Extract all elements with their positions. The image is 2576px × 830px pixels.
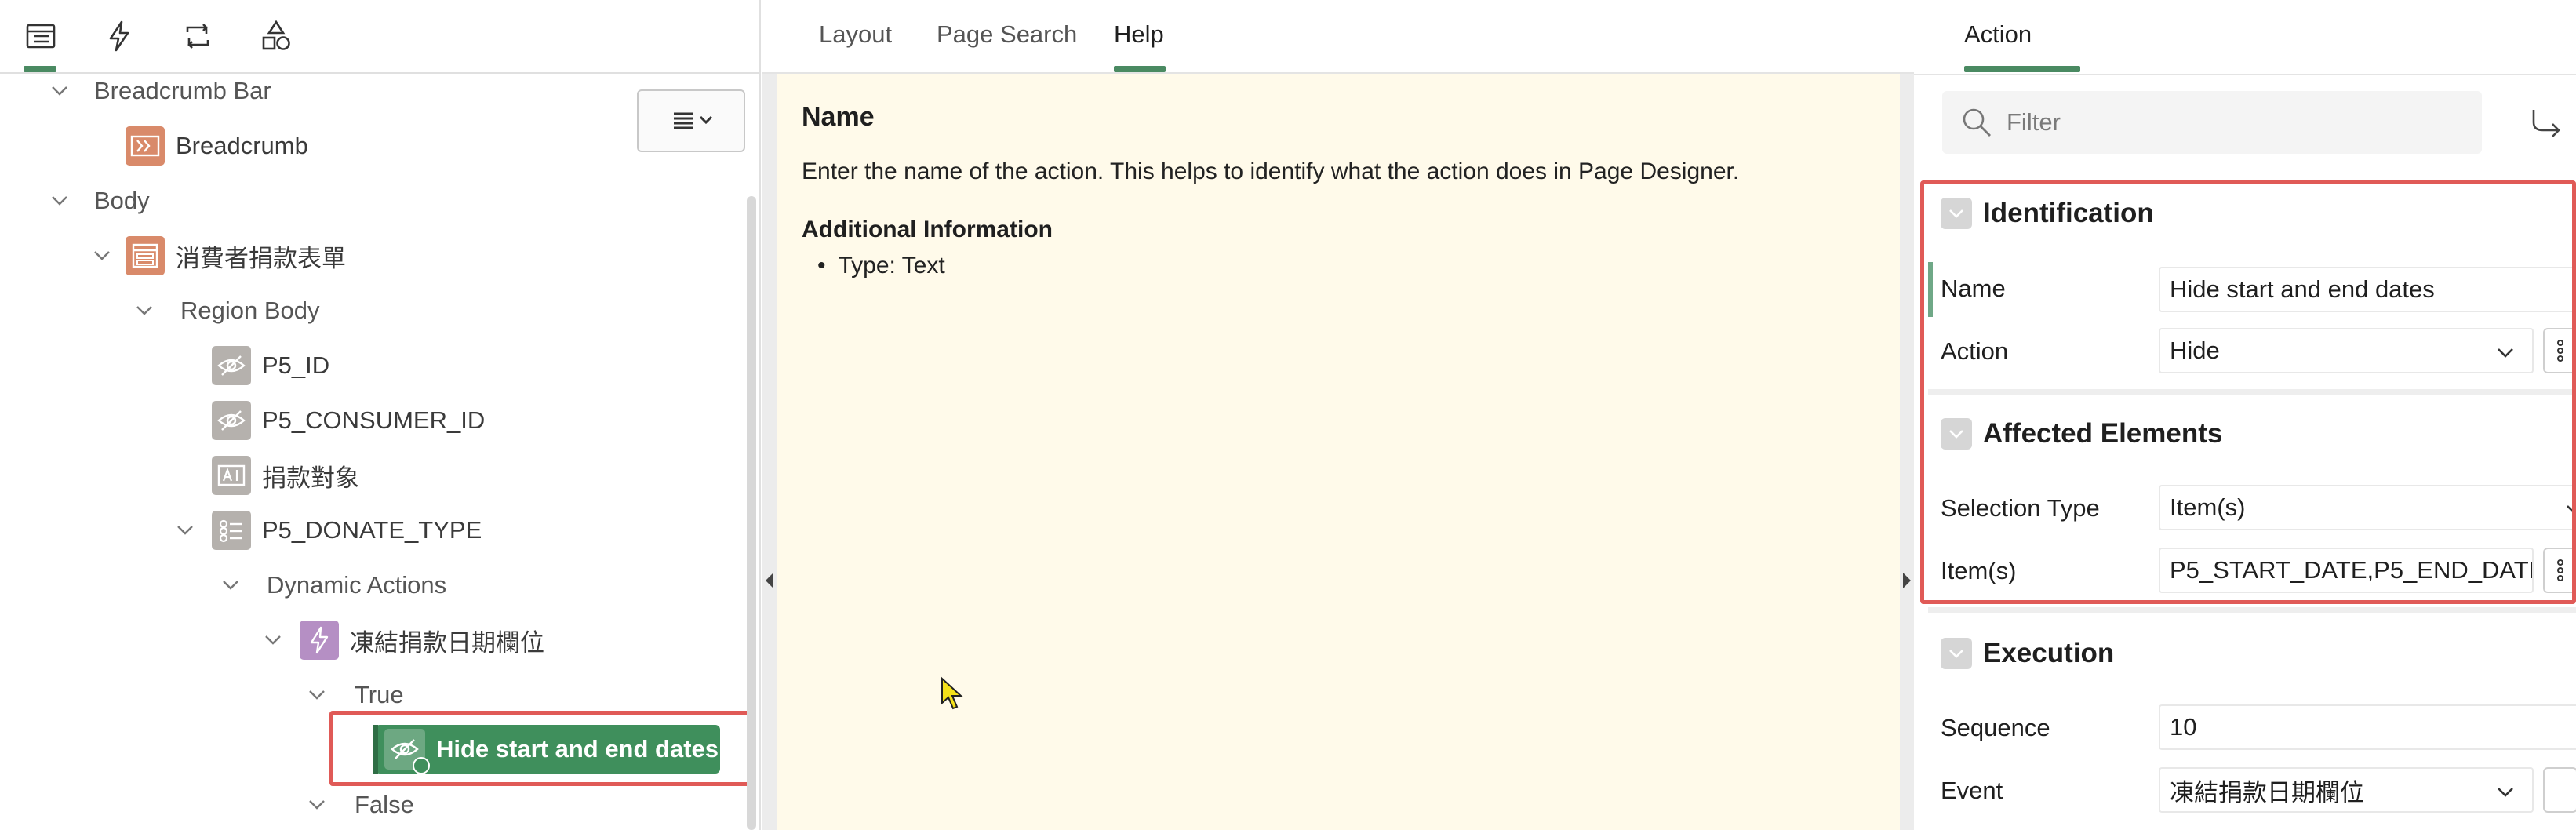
tree-menu-button[interactable] bbox=[637, 89, 745, 152]
breadcrumb-icon bbox=[126, 126, 165, 166]
tree-node-selected-action[interactable]: Hide start and end dates bbox=[373, 725, 720, 774]
tree-node-label: Breadcrumb Bar bbox=[94, 77, 271, 104]
chevron-down-icon bbox=[52, 86, 67, 96]
tree-node-label: Region Body bbox=[180, 297, 320, 324]
property-value: 10 bbox=[2170, 713, 2197, 741]
tree-node-label: P5_ID bbox=[262, 351, 330, 379]
tree-node-dynamic-action[interactable]: 凍結捐款日期欄位 bbox=[257, 617, 544, 664]
properties-highlight bbox=[1920, 180, 2576, 604]
tab-layout[interactable]: Layout bbox=[819, 20, 892, 49]
more-options-button[interactable] bbox=[2543, 767, 2576, 813]
go-to-group-icon[interactable] bbox=[2527, 105, 2563, 141]
central-tabs: Layout Page Search Help bbox=[762, 0, 1914, 74]
collapse-right-icon[interactable] bbox=[1903, 573, 1911, 588]
tree-node-label: 消費者捐款表單 bbox=[176, 244, 346, 272]
rendering-tab[interactable] bbox=[19, 13, 63, 60]
tree-node-item-donate-type[interactable]: P5_DONATE_TYPE bbox=[169, 507, 482, 554]
tree-node-label: P5_CONSUMER_ID bbox=[262, 406, 486, 434]
tree-node-label: Breadcrumb bbox=[176, 132, 308, 159]
tree-node-label: 捐款對象 bbox=[262, 464, 359, 492]
tree-node-false[interactable]: False bbox=[301, 781, 414, 828]
shared-components-tab[interactable] bbox=[254, 13, 298, 60]
help-title: Name bbox=[802, 102, 875, 132]
chevron-down-icon bbox=[1949, 650, 1963, 658]
chevron-down-icon bbox=[223, 581, 238, 590]
text-field-icon bbox=[212, 456, 251, 495]
selection-bar bbox=[373, 725, 378, 774]
chevron-down-icon bbox=[136, 306, 152, 315]
chevron-down-icon bbox=[265, 635, 281, 645]
filter-input[interactable] bbox=[2007, 108, 2446, 137]
property-value: 凍結捐款日期欄位 bbox=[2170, 778, 2364, 806]
tree-node-label: Hide start and end dates bbox=[436, 735, 719, 763]
property-sequence-input[interactable]: 10 bbox=[2159, 704, 2576, 750]
help-additional-heading: Additional Information bbox=[802, 217, 1053, 242]
tree-node-item-donate-target[interactable]: 捐款對象 bbox=[212, 452, 359, 499]
property-label-event: Event bbox=[1941, 777, 2003, 804]
left-splitter[interactable] bbox=[762, 74, 777, 830]
active-tab-indicator bbox=[1114, 66, 1166, 72]
divider bbox=[1914, 74, 2576, 75]
tree-node-label: P5_DONATE_TYPE bbox=[262, 516, 482, 544]
property-event-select[interactable]: 凍結捐款日期欄位 bbox=[2159, 767, 2534, 813]
event-play-icon bbox=[413, 757, 430, 774]
tree-node-body[interactable]: Body bbox=[44, 177, 150, 224]
tree-node-item-consumer-id[interactable]: P5_CONSUMER_ID bbox=[212, 397, 485, 444]
tree-node-region-body[interactable]: Region Body bbox=[129, 287, 320, 334]
lightning-icon bbox=[300, 621, 339, 660]
scrollbar[interactable] bbox=[747, 196, 756, 830]
hidden-item-icon bbox=[212, 401, 251, 440]
tab-action[interactable]: Action bbox=[1964, 20, 2032, 49]
tree-node-region[interactable]: 消費者捐款表單 bbox=[86, 232, 346, 279]
property-editor: Action Identification Name Hide start an… bbox=[1914, 0, 2576, 830]
tree-node-label: Dynamic Actions bbox=[267, 571, 447, 599]
tree-node-breadcrumb-bar[interactable]: Breadcrumb Bar bbox=[44, 67, 271, 115]
tree-node-label: False bbox=[355, 791, 414, 818]
filter-box[interactable] bbox=[1942, 91, 2482, 154]
dynamic-actions-tab[interactable] bbox=[97, 13, 141, 60]
processing-tab[interactable] bbox=[176, 13, 220, 60]
hidden-item-icon bbox=[212, 346, 251, 385]
radio-group-icon bbox=[212, 511, 251, 550]
hide-action-icon bbox=[384, 729, 430, 774]
help-bullet-text: Type: Text bbox=[838, 253, 945, 278]
tab-page-search[interactable]: Page Search bbox=[937, 20, 1077, 49]
mouse-cursor-icon bbox=[941, 676, 963, 710]
tab-help[interactable]: Help bbox=[1114, 20, 1164, 49]
collapse-left-icon[interactable] bbox=[766, 573, 773, 588]
chevron-down-icon bbox=[309, 800, 325, 810]
tree-node-dynamic-actions[interactable]: Dynamic Actions bbox=[215, 562, 446, 609]
tree-node-item-id[interactable]: P5_ID bbox=[212, 342, 329, 389]
chevron-down-icon bbox=[52, 196, 67, 206]
tree-node-label: 凍結捐款日期欄位 bbox=[350, 628, 544, 657]
rendering-tree-panel: Breadcrumb Bar Breadcrumb Body 消費者捐款表單 R… bbox=[0, 0, 761, 830]
help-bullet: Type: Text bbox=[817, 253, 945, 279]
chevron-down-icon bbox=[2498, 788, 2513, 797]
execution-toggle[interactable] bbox=[1941, 638, 1972, 669]
processing-icon bbox=[186, 24, 209, 49]
right-splitter[interactable] bbox=[1900, 74, 1914, 830]
menu-chevron-icon bbox=[674, 112, 713, 129]
tree-node-label: Body bbox=[94, 187, 150, 214]
property-label-sequence: Sequence bbox=[1941, 714, 2050, 741]
lightning-icon bbox=[109, 20, 129, 52]
active-tab-indicator bbox=[1964, 66, 2080, 72]
tree-node-breadcrumb[interactable]: Breadcrumb bbox=[126, 122, 308, 169]
region-icon bbox=[126, 236, 165, 275]
rendering-tree-icon bbox=[26, 24, 56, 49]
group-title-execution: Execution bbox=[1983, 638, 2115, 668]
chevron-down-icon bbox=[94, 251, 110, 260]
central-pane: Layout Page Search Help Name Enter the n… bbox=[762, 0, 1914, 830]
search-icon bbox=[1963, 108, 1991, 137]
chevron-down-icon bbox=[177, 526, 193, 535]
chevron-down-icon bbox=[309, 690, 325, 700]
shapes-icon bbox=[262, 20, 290, 50]
group-separator bbox=[1928, 607, 2576, 613]
tree-node-label: True bbox=[355, 681, 404, 708]
help-description: Enter the name of the action. This helps… bbox=[802, 158, 1740, 184]
